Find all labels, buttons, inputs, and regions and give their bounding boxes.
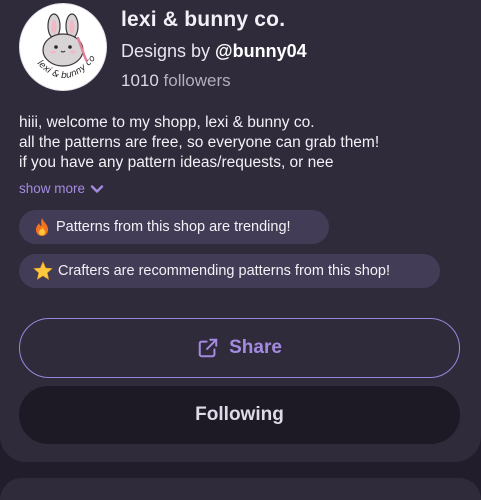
- follower-count-value: 1010: [121, 71, 159, 90]
- designer-handle-link[interactable]: @bunny04: [215, 41, 307, 61]
- chevron-down-icon: [90, 184, 104, 193]
- show-more-button[interactable]: show more: [19, 181, 104, 196]
- followers-count[interactable]: 1010 followers: [121, 71, 231, 91]
- bunny-logo-icon: lexi & bunny co.: [20, 4, 98, 81]
- shop-bio: hiii, welcome to my shopp, lexi & bunny …: [19, 113, 449, 173]
- star-icon: [33, 261, 53, 281]
- recommended-badge-label: Crafters are recommending patterns from …: [58, 263, 391, 279]
- following-button[interactable]: Following: [19, 386, 460, 444]
- shop-profile-card: lexi & bunny co. lexi & bunny co. Design…: [0, 0, 481, 462]
- bio-line: all the patterns are free, so everyone c…: [19, 134, 380, 151]
- followers-label: followers: [158, 71, 231, 90]
- designs-by-label: Designs by: [121, 41, 216, 61]
- fire-icon: [33, 217, 51, 237]
- share-button[interactable]: Share: [19, 318, 460, 378]
- share-button-label: Share: [229, 337, 282, 358]
- share-external-icon: [198, 338, 218, 358]
- bio-line: hiii, welcome to my shopp, lexi & bunny …: [19, 114, 315, 131]
- shop-name: lexi & bunny co.: [121, 8, 286, 31]
- trending-badge: Patterns from this shop are trending!: [19, 210, 329, 244]
- next-section-card: [0, 478, 481, 500]
- trending-badge-label: Patterns from this shop are trending!: [56, 219, 291, 235]
- designer-line: Designs by @bunny04: [121, 41, 307, 62]
- following-button-label: Following: [195, 404, 284, 425]
- shop-avatar[interactable]: lexi & bunny co.: [19, 3, 107, 91]
- show-more-label: show more: [19, 181, 86, 196]
- recommended-badge: Crafters are recommending patterns from …: [19, 254, 440, 288]
- bio-line: if you have any pattern ideas/requests, …: [19, 154, 334, 171]
